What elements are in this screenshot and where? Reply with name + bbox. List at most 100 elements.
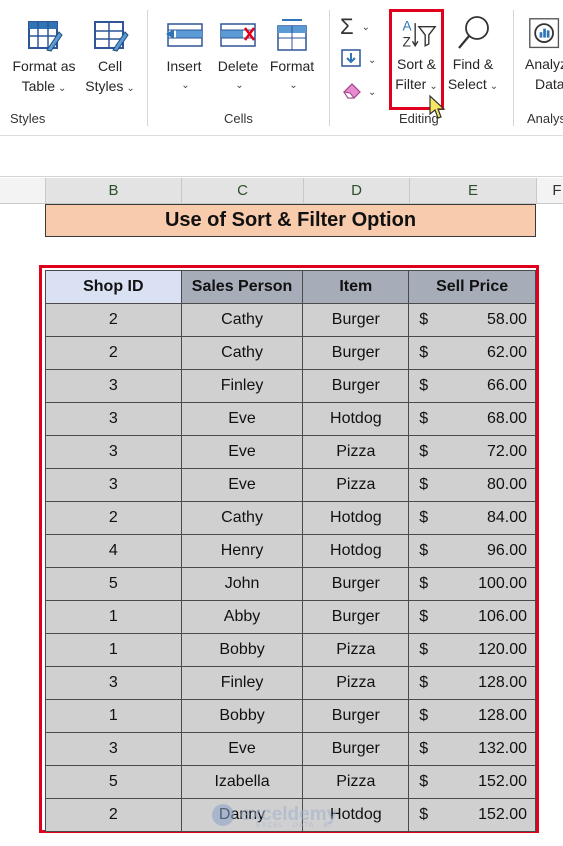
cell-sales-person[interactable]: Bobby <box>180 633 304 667</box>
column-header-e[interactable]: E <box>410 178 537 203</box>
cell-item[interactable]: Burger <box>302 732 410 766</box>
column-header-d[interactable]: D <box>304 178 410 203</box>
analyze-data-button[interactable]: Analyz Data <box>522 14 563 94</box>
cell-shop-id[interactable]: 2 <box>45 303 182 337</box>
table-row: 1 Bobby Pizza $120.00 <box>45 633 536 667</box>
header-sales-person[interactable]: Sales Person <box>180 270 304 304</box>
cell-sales-person[interactable]: Cathy <box>180 303 304 337</box>
cell-sales-person[interactable]: Abby <box>180 600 304 634</box>
header-shop-id[interactable]: Shop ID <box>45 270 182 304</box>
find-select-label-1: Find & <box>452 56 494 72</box>
column-header-b[interactable]: B <box>46 178 182 203</box>
cell-sales-person[interactable]: Eve <box>180 402 304 436</box>
insert-button[interactable]: Insert ⌄ <box>160 16 208 96</box>
cell-shop-id[interactable]: 2 <box>45 501 182 535</box>
cell-sales-person[interactable]: Cathy <box>180 501 304 535</box>
cell-item[interactable]: Burger <box>302 699 410 733</box>
cell-shop-id[interactable]: 3 <box>45 666 182 700</box>
cell-sell-price[interactable]: $68.00 <box>408 402 536 436</box>
cell-shop-id[interactable]: 3 <box>45 435 182 469</box>
cell-sales-person[interactable]: Finley <box>180 666 304 700</box>
cell-item[interactable]: Hotdog <box>302 501 410 535</box>
cell-item[interactable]: Hotdog <box>302 402 410 436</box>
cell-item[interactable]: Pizza <box>302 435 410 469</box>
cell-shop-id[interactable]: 3 <box>45 732 182 766</box>
ribbon: Format as Table ⌄ Cell Styles ⌄ Styles I… <box>0 0 563 136</box>
cell-item[interactable]: Burger <box>302 600 410 634</box>
find-select-button[interactable]: Find & Select ⌄ <box>446 14 500 97</box>
format-as-table-button[interactable]: Format as Table ⌄ <box>8 16 80 99</box>
cell-sales-person[interactable]: Eve <box>180 468 304 502</box>
sheet-title-cell[interactable]: Use of Sort & Filter Option <box>45 204 536 237</box>
table-header-row: Shop ID Sales Person Item Sell Price <box>45 270 536 304</box>
cell-item[interactable]: Pizza <box>302 765 410 799</box>
cell-sales-person[interactable]: Eve <box>180 732 304 766</box>
find-select-label-2-wrap: Select ⌄ <box>448 74 498 97</box>
cell-sell-price[interactable]: $62.00 <box>408 336 536 370</box>
autosum-button[interactable]: Σ ⌄ <box>340 14 380 40</box>
cell-sales-person[interactable]: Izabella <box>180 765 304 799</box>
header-item[interactable]: Item <box>302 270 410 304</box>
cell-sales-person[interactable]: Finley <box>180 369 304 403</box>
cell-item[interactable]: Burger <box>302 369 410 403</box>
cell-sell-price[interactable]: $58.00 <box>408 303 536 337</box>
column-header-f[interactable]: F <box>537 178 563 203</box>
cell-sell-price[interactable]: $106.00 <box>408 600 536 634</box>
sigma-icon: Σ <box>340 14 354 39</box>
cell-shop-id[interactable]: 2 <box>45 336 182 370</box>
currency-symbol: $ <box>419 410 429 427</box>
cell-sell-price[interactable]: $80.00 <box>408 468 536 502</box>
cell-sell-price[interactable]: $152.00 <box>408 765 536 799</box>
cell-sell-price[interactable]: $72.00 <box>408 435 536 469</box>
cell-sales-person[interactable]: Eve <box>180 435 304 469</box>
cell-sell-price[interactable]: $96.00 <box>408 534 536 568</box>
cell-sales-person[interactable]: Henry <box>180 534 304 568</box>
cell-item[interactable]: Burger <box>302 336 410 370</box>
exceldemy-watermark: exceldemy EXCEL · DATA · BI <box>212 800 362 830</box>
cell-shop-id[interactable]: 5 <box>45 567 182 601</box>
cell-shop-id[interactable]: 5 <box>45 765 182 799</box>
cell-shop-id[interactable]: 3 <box>45 369 182 403</box>
table-row: 5 John Burger $100.00 <box>45 567 536 601</box>
clear-button[interactable]: ⌄ <box>340 80 380 104</box>
header-sell-price[interactable]: Sell Price <box>408 270 536 304</box>
delete-button[interactable]: Delete ⌄ <box>214 16 262 96</box>
currency-symbol: $ <box>419 740 429 757</box>
cell-sell-price[interactable]: $128.00 <box>408 699 536 733</box>
currency-symbol: $ <box>419 641 429 658</box>
fill-button[interactable]: ⌄ <box>340 48 380 72</box>
cell-sell-price[interactable]: $84.00 <box>408 501 536 535</box>
cell-item[interactable]: Burger <box>302 303 410 337</box>
cell-sell-price[interactable]: $128.00 <box>408 666 536 700</box>
cell-item[interactable]: Pizza <box>302 666 410 700</box>
price-value: 62.00 <box>486 344 527 361</box>
formula-bar-area[interactable] <box>0 137 563 177</box>
format-button[interactable]: Format ⌄ <box>266 16 318 96</box>
cell-shop-id[interactable]: 3 <box>45 468 182 502</box>
cell-shop-id[interactable]: 2 <box>45 798 182 832</box>
cell-sales-person[interactable]: John <box>180 567 304 601</box>
column-header-c[interactable]: C <box>182 178 304 203</box>
cell-sell-price[interactable]: $152.00 <box>408 798 536 832</box>
table-row: 1 Bobby Burger $128.00 <box>45 699 536 733</box>
cell-sell-price[interactable]: $120.00 <box>408 633 536 667</box>
cell-sell-price[interactable]: $100.00 <box>408 567 536 601</box>
group-separator <box>513 10 514 126</box>
cell-sell-price[interactable]: $66.00 <box>408 369 536 403</box>
cell-item[interactable]: Burger <box>302 567 410 601</box>
cell-shop-id[interactable]: 3 <box>45 402 182 436</box>
cell-item[interactable]: Hotdog <box>302 534 410 568</box>
cell-sell-price[interactable]: $132.00 <box>408 732 536 766</box>
column-header-row: B C D E F <box>0 178 563 204</box>
cell-sales-person[interactable]: Bobby <box>180 699 304 733</box>
find-select-label-2: Select <box>447 76 487 92</box>
cell-shop-id[interactable]: 4 <box>45 534 182 568</box>
cell-item[interactable]: Pizza <box>302 633 410 667</box>
cell-shop-id[interactable]: 1 <box>45 699 182 733</box>
cell-sales-person[interactable]: Cathy <box>180 336 304 370</box>
cell-shop-id[interactable]: 1 <box>45 633 182 667</box>
cell-shop-id[interactable]: 1 <box>45 600 182 634</box>
column-header-a[interactable] <box>0 178 46 203</box>
cell-item[interactable]: Pizza <box>302 468 410 502</box>
cell-styles-button[interactable]: Cell Styles ⌄ <box>84 16 136 99</box>
